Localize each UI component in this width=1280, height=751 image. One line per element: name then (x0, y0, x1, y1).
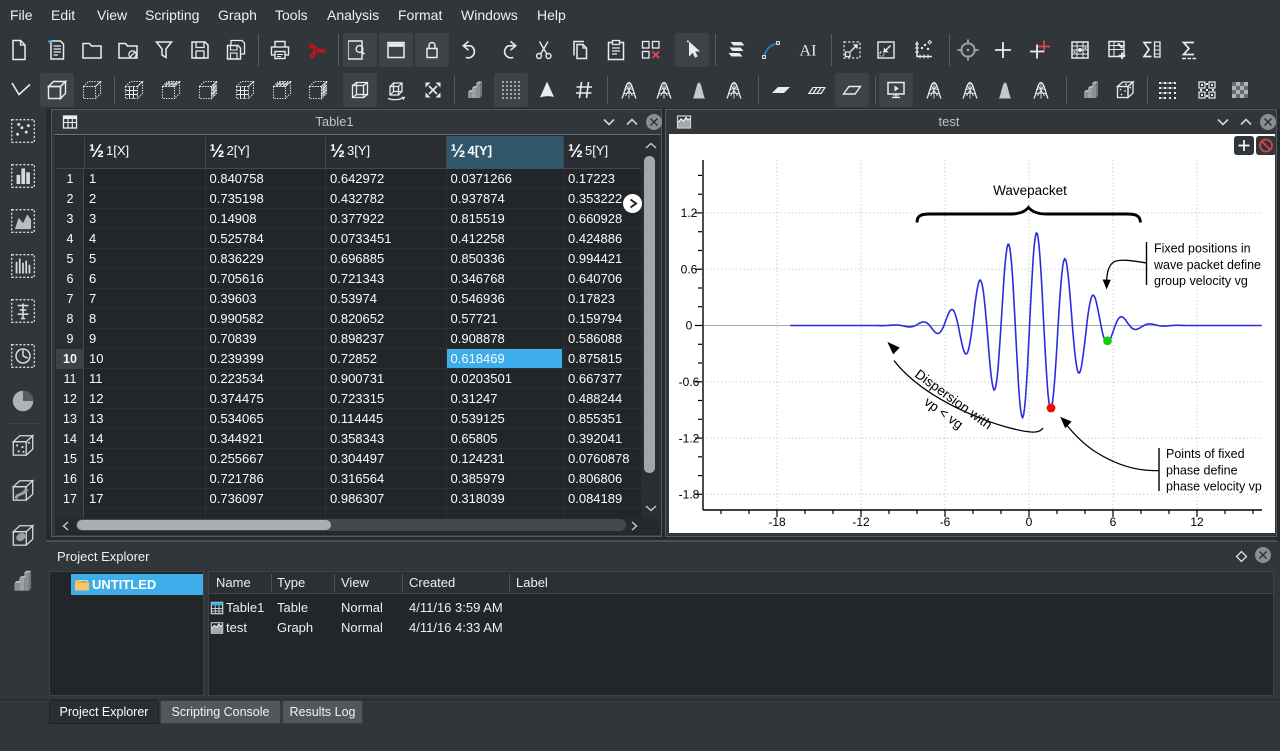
svg-text:-12: -12 (852, 515, 870, 529)
svg-text:Points of fixed: Points of fixed (1166, 447, 1245, 461)
svg-text:group velocity vg: group velocity vg (1154, 274, 1248, 288)
svg-text:1.2: 1.2 (681, 206, 698, 220)
svg-text:0: 0 (1026, 515, 1033, 529)
svg-text:phase define: phase define (1166, 463, 1238, 477)
svg-text:-0.6: -0.6 (679, 375, 700, 389)
svg-text:-1.8: -1.8 (679, 488, 700, 502)
svg-text:-6: -6 (940, 515, 951, 529)
svg-text:12: 12 (1190, 515, 1204, 529)
svg-text:0: 0 (686, 319, 693, 333)
svg-text:0.6: 0.6 (681, 262, 698, 276)
svg-text:-18: -18 (768, 515, 786, 529)
svg-text:Fixed positions in: Fixed positions in (1154, 242, 1251, 256)
svg-text:6: 6 (1110, 515, 1117, 529)
svg-text:wave packet define: wave packet define (1153, 258, 1261, 272)
svg-text:phase velocity vp: phase velocity vp (1166, 480, 1262, 494)
svg-text:Wavepacket: Wavepacket (993, 183, 1067, 198)
svg-text:-1.2: -1.2 (679, 431, 700, 445)
